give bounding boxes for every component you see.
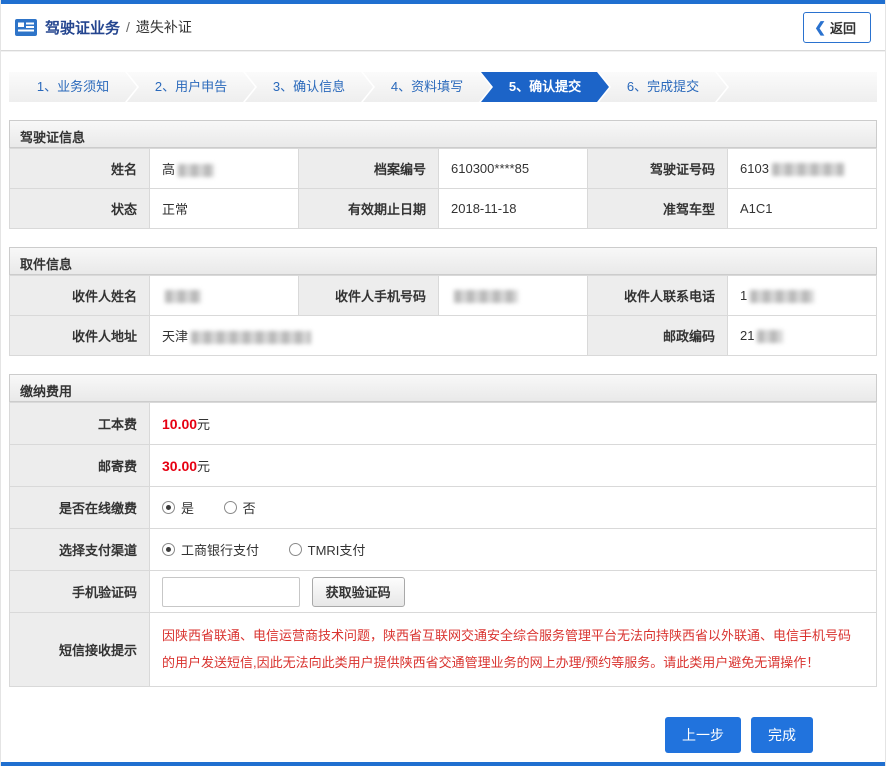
get-code-button[interactable]: 获取验证码 (312, 577, 405, 607)
postage-fee-label: 邮寄费 (10, 445, 150, 487)
previous-step-button[interactable]: 上一步 (665, 717, 741, 753)
table-row: 手机验证码 获取验证码 (10, 571, 877, 613)
sms-notice-label: 短信接收提示 (10, 613, 150, 687)
expiry-label: 有效期止日期 (299, 189, 439, 229)
radio-online-pay-yes[interactable]: 是 (162, 498, 194, 517)
page-title: 驾驶证业务 (45, 17, 120, 38)
redacted-value (750, 290, 814, 303)
recipient-address-label: 收件人地址 (10, 316, 150, 356)
pay-channel-label: 选择支付渠道 (10, 529, 150, 571)
online-pay-label: 是否在线缴费 (10, 487, 150, 529)
redacted-value (772, 163, 844, 176)
radio-icon (162, 501, 175, 514)
table-row: 短信接收提示 因陕西省联通、电信运营商技术问题，陕西省互联网交通安全综合服务管理… (10, 613, 877, 687)
redacted-value (165, 290, 201, 303)
radio-channel-tmri[interactable]: TMRI支付 (289, 540, 366, 559)
table-row: 选择支付渠道 工商银行支付 TMRI支付 (10, 529, 877, 571)
step-1-business-notice[interactable]: 1、业务须知 (9, 72, 137, 102)
license-section-title: 驾驶证信息 (9, 120, 877, 148)
recipient-phone-value: 1 (728, 276, 877, 316)
sms-code-input[interactable] (162, 577, 300, 607)
pay-channel-options: 工商银行支付 TMRI支付 (150, 529, 877, 571)
online-pay-options: 是 否 (150, 487, 877, 529)
radio-icon (289, 543, 302, 556)
fees-table: 工本费 10.00元 邮寄费 30.00元 是否在线缴费 是 (9, 402, 877, 687)
step-6-complete-submit[interactable]: 6、完成提交 (599, 72, 727, 102)
page-subtitle: 遗失补证 (136, 17, 192, 37)
breadcrumb-separator: / (126, 19, 130, 35)
finish-button[interactable]: 完成 (751, 717, 813, 753)
redacted-value (757, 330, 783, 343)
pickup-section-title: 取件信息 (9, 247, 877, 275)
file-number-value: 610300****85 (439, 149, 588, 189)
table-row: 收件人姓名 收件人手机号码 收件人联系电话 1 (10, 276, 877, 316)
license-number-value: 6103 (728, 149, 877, 189)
zip-code-label: 邮政编码 (588, 316, 728, 356)
vehicle-class-label: 准驾车型 (588, 189, 728, 229)
recipient-phone-label: 收件人联系电话 (588, 276, 728, 316)
sms-notice-value: 因陕西省联通、电信运营商技术问题，陕西省互联网交通安全综合服务管理平台无法向持陕… (150, 613, 877, 687)
vehicle-class-value: A1C1 (728, 189, 877, 229)
table-row: 收件人地址 天津 邮政编码 21 (10, 316, 877, 356)
step-4-fill-data[interactable]: 4、资料填写 (363, 72, 491, 102)
table-row: 是否在线缴费 是 否 (10, 487, 877, 529)
license-info-table: 姓名 高 档案编号 610300****85 驾驶证号码 6103 状态 正常 … (9, 148, 877, 229)
fees-section: 缴纳费用 工本费 10.00元 邮寄费 30.00元 是否在线缴费 是 (9, 374, 877, 687)
radio-channel-icbc[interactable]: 工商银行支付 (162, 540, 259, 559)
chevron-left-icon: ❮ (814, 20, 826, 34)
status-label: 状态 (10, 189, 150, 229)
form-icon (15, 19, 37, 36)
step-3-confirm-info[interactable]: 3、确认信息 (245, 72, 373, 102)
table-row: 姓名 高 档案编号 610300****85 驾驶证号码 6103 (10, 149, 877, 189)
sms-code-field: 获取验证码 (150, 571, 877, 613)
postage-fee-value: 30.00元 (150, 445, 877, 487)
radio-online-pay-no[interactable]: 否 (224, 498, 256, 517)
radio-icon (224, 501, 237, 514)
table-row: 工本费 10.00元 (10, 403, 877, 445)
file-number-label: 档案编号 (299, 149, 439, 189)
form-actions: 上一步 完成 (9, 717, 813, 753)
table-row: 邮寄费 30.00元 (10, 445, 877, 487)
pickup-info-table: 收件人姓名 收件人手机号码 收件人联系电话 1 收件人地址 天津 邮政编码 21 (9, 275, 877, 356)
step-navigation: 1、业务须知 2、用户申告 3、确认信息 4、资料填写 5、确认提交 6、完成提… (9, 72, 877, 102)
back-button-label: 返回 (830, 18, 856, 37)
cost-fee-value: 10.00元 (150, 403, 877, 445)
step-2-user-declaration[interactable]: 2、用户申告 (127, 72, 255, 102)
redacted-value (454, 290, 518, 303)
sms-code-label: 手机验证码 (10, 571, 150, 613)
steps-filler (717, 72, 877, 102)
status-value: 正常 (150, 189, 299, 229)
sms-notice-text: 因陕西省联通、电信运营商技术问题，陕西省互联网交通安全综合服务管理平台无法向持陕… (162, 628, 851, 670)
recipient-name-value (150, 276, 299, 316)
fees-section-title: 缴纳费用 (9, 374, 877, 402)
redacted-value (178, 164, 214, 177)
redacted-value (191, 331, 311, 344)
step-5-confirm-submit[interactable]: 5、确认提交 (481, 72, 609, 102)
back-button[interactable]: ❮ 返回 (803, 12, 871, 43)
recipient-address-value: 天津 (150, 316, 588, 356)
recipient-name-label: 收件人姓名 (10, 276, 150, 316)
recipient-mobile-value (439, 276, 588, 316)
recipient-mobile-label: 收件人手机号码 (299, 276, 439, 316)
table-row: 状态 正常 有效期止日期 2018-11-18 准驾车型 A1C1 (10, 189, 877, 229)
expiry-value: 2018-11-18 (439, 189, 588, 229)
cost-fee-label: 工本费 (10, 403, 150, 445)
zip-code-value: 21 (728, 316, 877, 356)
page-header: 驾驶证业务 / 遗失补证 ❮ 返回 (1, 4, 885, 51)
name-value: 高 (150, 149, 299, 189)
pickup-info-section: 取件信息 收件人姓名 收件人手机号码 收件人联系电话 1 收件人地址 天津 邮政… (9, 247, 877, 356)
bottom-accent-bar (1, 762, 885, 766)
radio-icon (162, 543, 175, 556)
license-number-label: 驾驶证号码 (588, 149, 728, 189)
license-info-section: 驾驶证信息 姓名 高 档案编号 610300****85 驾驶证号码 6103 … (9, 120, 877, 229)
name-label: 姓名 (10, 149, 150, 189)
